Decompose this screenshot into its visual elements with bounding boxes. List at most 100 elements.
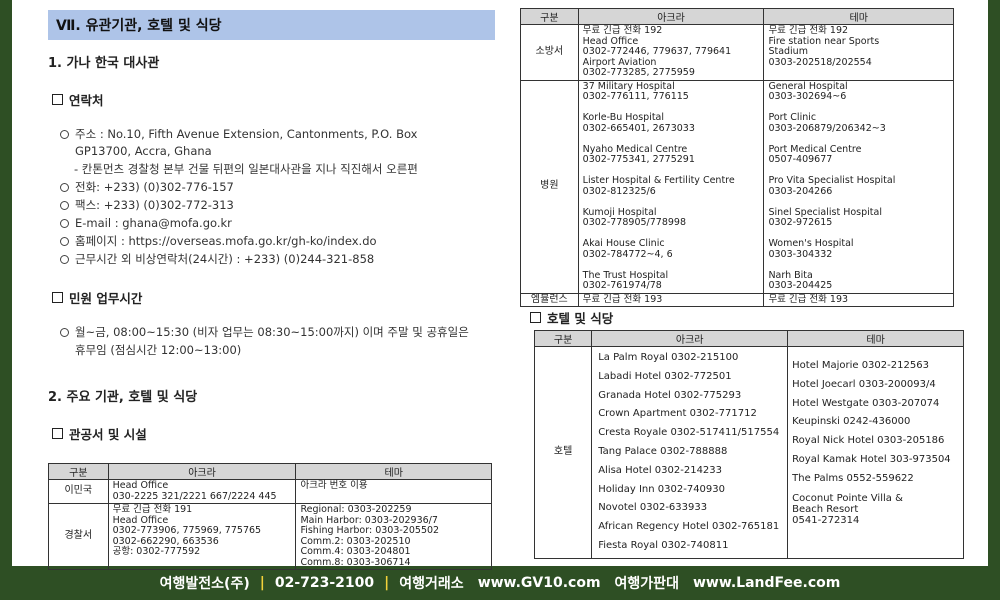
col-header-category: 구분 [48,463,109,480]
cell-text: Korle-Bu Hospital [582,112,665,123]
hotel-entry: 0541-272314 [792,514,860,526]
cell-text: 0302-776111, 776115 [582,91,689,102]
direction-note: - 칸톤먼츠 경찰청 본부 건물 뒤편의 일본대사관을 지나 직진해서 오른편 [74,162,418,176]
hotel-entry: Novotel 0302-633933 [598,502,708,514]
tema-cell: Regional: 0303-202259 Main Harbor: 0303-2… [295,503,492,570]
hotel-entry: Beach Resort [792,503,859,515]
col-header-category: 구분 [520,8,579,25]
col-header-accra: 아크라 [577,8,765,25]
email-line: E-mail : ghana@mofa.go.kr [60,215,232,231]
hotel-entry: Holiday Inn 0302-740930 [598,483,726,495]
gov-heading: 관공서 및 시설 [52,424,147,443]
hotel-entry: Cresta Royale 0302-517411/517554 [598,427,780,439]
hours-heading: 민원 업무시간 [52,288,142,307]
tema-cell: 아크라 번호 이용 [295,479,492,504]
cell-text: Akai House Clinic [582,238,665,249]
cell-text: 0302-665401, 2673033 [582,122,695,134]
cell-text [583,260,760,271]
cell-text: 0303-204425 [768,280,833,291]
tema-hotel-list: Hotel Majorie 0302-212563 Hotel Joecarl 0… [792,357,959,526]
cell-text [768,134,949,145]
hotel-entry: Tang Palace 0302-788888 [598,445,728,457]
accra-hotels-cell: La Palm Royal 0302-215100 Labadi Hotel 03… [591,346,789,559]
address-line: 주소 : No.10, Fifth Avenue Extension, Cant… [60,126,417,142]
cell-text: Stadium [768,46,808,57]
accra-cell: 37 Military Hospital 0302-776111, 776115… [577,79,765,294]
cell-text [768,197,949,208]
footer-company: 여행발전소(주) [159,576,250,592]
table-row: 경찰서 무료 긴급 전화 191 Head Office 0302-773906, … [48,503,492,570]
cell-text: 무료 긴급 전화 191 [112,504,193,515]
accra-cell: 무료 긴급 전화 192 Head Office 0302-772446, 779… [577,24,765,81]
footer-exchange-link[interactable]: www.GV10.com [478,575,601,591]
bullet-circle-icon [60,237,69,246]
category-cell: 호텔 [533,346,593,559]
hotel-entry: Royal Nick Hotel 0303-205186 [792,435,945,447]
footer-price-label: 여행가판대 [614,576,679,592]
emergency-services-table: 구분 아크라 테마 소방서 무료 긴급 전화 192 Head Office 030… [520,8,954,307]
footer-separator: | [259,575,265,591]
checkbox-square-icon [52,94,63,105]
section2-title: 2. 주요 기관, 호텔 및 식당 [48,390,198,405]
homepage-line: 홈페이지 : https://overseas.mofa.go.kr/gh-ko… [60,233,377,249]
cell-text: Regional: 0303-202259 [300,504,412,515]
hotel-entry: Hotel Westgate 0303-207074 [792,397,940,409]
cell-text: Lister Hospital & Fertility Centre [582,175,735,186]
bullet-circle-icon [60,130,69,139]
cell-text: 0302-775341, 2775291 [582,154,695,165]
tema-cell: 무료 긴급 전화 193 [763,292,954,307]
chapter-title: Ⅶ. 유관기관, 호텔 및 식당 [48,10,495,40]
contact-heading: 연락처 [52,90,104,109]
col-header-category: 구분 [533,330,593,347]
hotel-entry: Fiesta Royal 0302-740811 [598,539,729,551]
cell-text [583,197,760,208]
contact-heading-text: 연락처 [69,93,104,108]
gov-heading-text: 관공서 및 시설 [69,427,147,442]
cell-text: Fishing Harbor: 0303-205502 [300,525,440,536]
checkbox-square-icon [52,292,63,303]
table-row: 엠뷸런스 무료 긴급 전화 193 무료 긴급 전화 193 [520,292,954,307]
hotel-entry: Crown Apartment 0302-771712 [598,408,757,420]
category-cell: 병원 [520,79,579,294]
bullet-circle-icon [60,328,69,337]
footer-price-link[interactable]: www.LandFee.com [693,575,840,591]
cell-text: 0303-304332 [768,248,833,260]
right-column: 구분 아크라 테마 소방서 무료 긴급 전화 192 Head Office 030… [520,0,988,566]
footer-exchange-label: 여행거래소 [399,576,464,592]
gov-table: 구분 아크라 테마 이민국 Head Office 030-2225 321/22… [48,463,492,570]
cell-text: 무료 긴급 전화 193 [582,293,663,305]
footer-separator: | [384,575,390,591]
bullet-circle-icon [60,255,69,264]
cell-text: Women's Hospital [768,238,854,249]
category-cell: 엠뷸런스 [520,292,579,307]
cell-text: 0303-206879/206342~3 [768,122,886,134]
gov-table-body: 이민국 Head Office 030-2225 321/2221 667/222… [48,479,492,570]
address-line-2: GP13700, Accra, Ghana [75,144,212,158]
cell-text: Comm.4: 0303-204801 [300,546,411,557]
cell-text: 0303-202518/202554 [768,56,872,68]
fax-line: 팩스: +233) (0)302-772-313 [60,197,234,213]
category-cell: 이민국 [48,479,109,504]
category-cell: 경찰서 [48,503,109,570]
cell-text: Head Office [112,480,169,491]
col-header-accra: 아크라 [591,330,789,347]
table-row: 호텔 La Palm Royal 0302-215100 Labadi Hotel… [533,346,964,559]
accra-cell: 무료 긴급 전화 193 [577,292,765,307]
cell-text: 0302-773906, 775969, 775765 [112,525,262,536]
phone-line: 전화: +233) (0)302-776-157 [60,179,234,195]
cell-text [583,134,760,145]
hotel-entry: Alisa Hotel 0302-214233 [598,464,723,476]
cell-text: 무료 긴급 전화 193 [768,293,849,305]
hotel-table: 구분 아크라 테마 호텔 La Palm Royal 0302-215100 La… [533,330,964,559]
col-header-tema: 테마 [763,8,954,25]
tema-cell: General Hospital 0303-302694~6 Port Clin… [763,79,954,294]
cell-text: 0302-773285, 2775959 [582,67,695,78]
table-row: 소방서 무료 긴급 전화 192 Head Office 0302-772446, … [520,24,954,81]
cell-text: Pro Vita Specialist Hospital [768,175,896,186]
accra-cell: Head Office 030-2225 321/2221 667/2224 4… [107,479,297,504]
bullet-circle-icon [60,219,69,228]
hotel-entry: Labadi Hotel 0302-772501 [598,370,732,382]
hours-line: 월~금, 08:00~15:30 (비자 업무는 08:30~15:00까지) … [60,324,469,340]
hotel-entry: The Palms 0552-559622 [792,472,914,484]
hotel-entry: Coconut Pointe Villa & [792,492,903,504]
